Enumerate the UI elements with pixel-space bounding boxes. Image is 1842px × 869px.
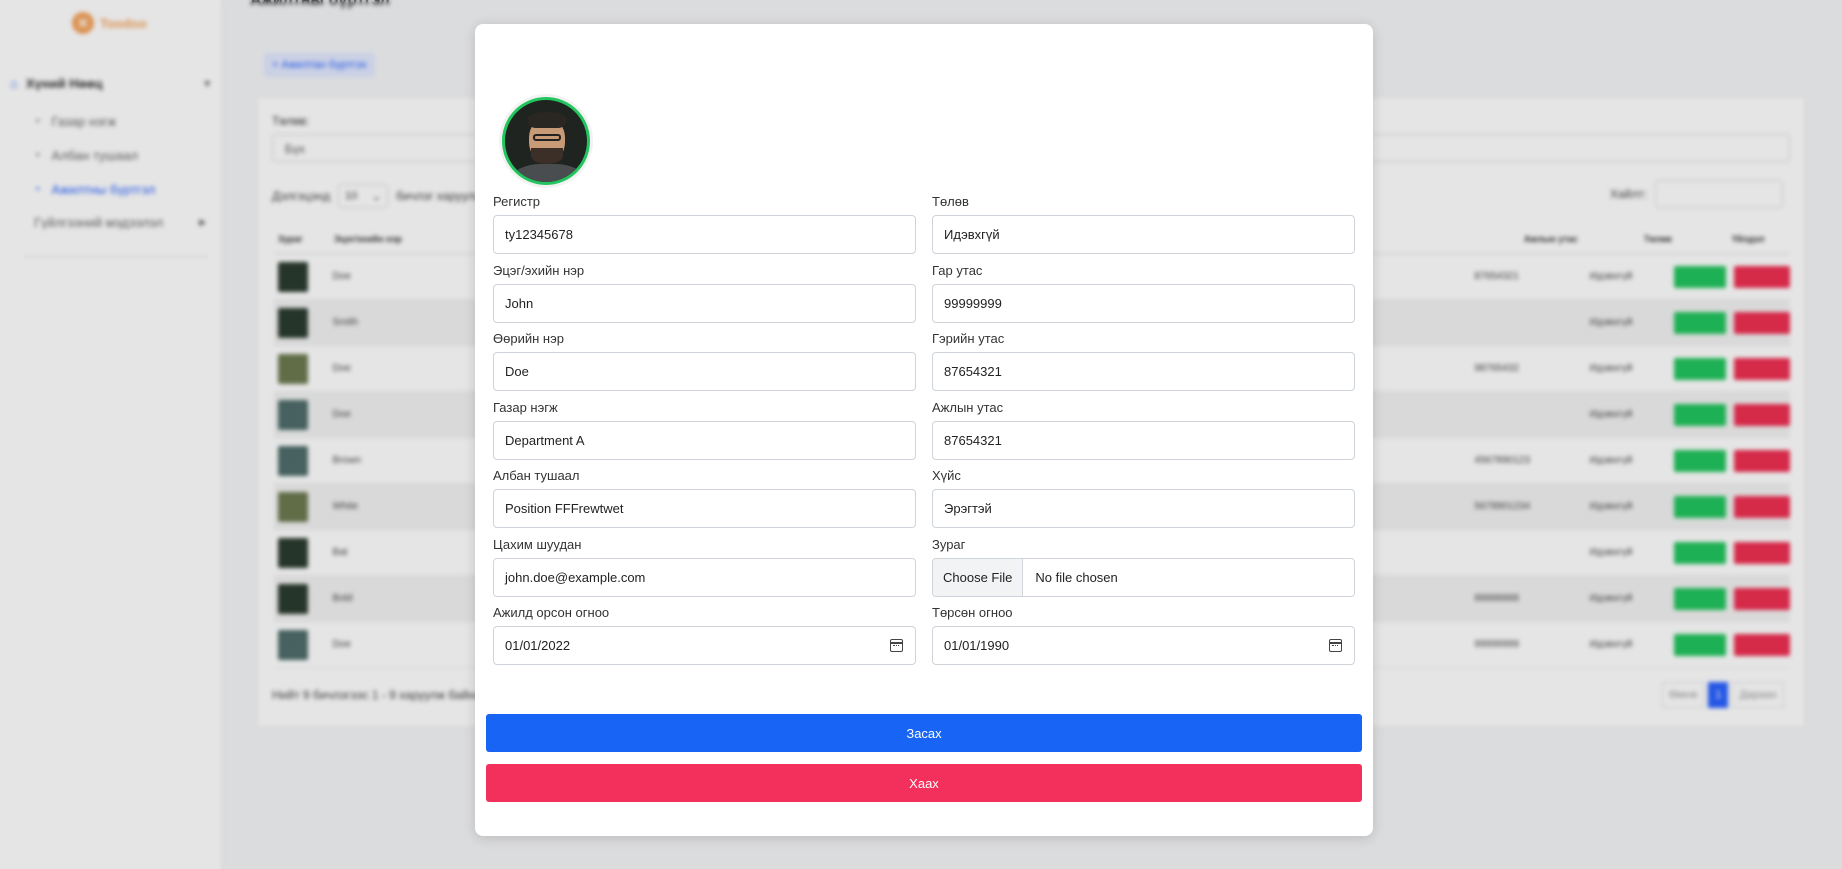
- avatar-shoulders: [511, 164, 585, 182]
- status-select[interactable]: Идэвхгүй: [932, 215, 1355, 254]
- hire-date-field: Ажилд орсон огноо 01/01/2022: [493, 605, 916, 665]
- work-phone-input[interactable]: 87654321: [932, 421, 1355, 460]
- email-field: Цахим шуудан john.doe@example.com: [493, 537, 916, 597]
- photo-file-input[interactable]: Choose File No file chosen: [932, 558, 1355, 597]
- field-label: Газар нэгж: [493, 400, 558, 415]
- close-button[interactable]: Хаах: [486, 764, 1362, 802]
- hire-date-value: 01/01/2022: [505, 638, 571, 653]
- field-label: Албан тушаал: [493, 468, 580, 483]
- calendar-icon[interactable]: [1329, 639, 1342, 652]
- avatar-glasses: [533, 134, 561, 141]
- avatar-photo: [502, 97, 590, 185]
- mobile-phone-field: Гар утас 99999999: [932, 263, 1355, 323]
- department-field: Газар нэгж Department A: [493, 400, 916, 460]
- photo-field: Зураг Choose File No file chosen: [932, 537, 1355, 597]
- field-label: Өөрийн нэр: [493, 331, 564, 346]
- field-label: Регистр: [493, 194, 541, 209]
- field-label: Зураг: [932, 537, 966, 552]
- field-label: Гар утас: [932, 263, 983, 278]
- calendar-icon[interactable]: [890, 639, 903, 652]
- birth-date-field: Төрсөн огноо 01/01/1990: [932, 605, 1355, 665]
- register-input[interactable]: ty12345678: [493, 215, 916, 254]
- status-field: Төлөв Идэвхгүй: [932, 194, 1355, 254]
- register-field: Регистр ty12345678: [493, 194, 916, 254]
- father-name-field: Эцэг/эхийн нэр John: [493, 263, 916, 323]
- work-phone-field: Ажлын утас 87654321: [932, 400, 1355, 460]
- mobile-phone-input[interactable]: 99999999: [932, 284, 1355, 323]
- position-field: Албан тушаал Position FFFrewtwet: [493, 468, 916, 528]
- gender-field: Хүйс Эрэгтэй: [932, 468, 1355, 528]
- file-status-text: No file chosen: [1035, 570, 1118, 585]
- choose-file-button[interactable]: Choose File: [933, 559, 1024, 596]
- home-phone-input[interactable]: 87654321: [932, 352, 1355, 391]
- avatar-beard: [531, 148, 563, 164]
- gender-select[interactable]: Эрэгтэй: [932, 489, 1355, 528]
- field-label: Цахим шуудан: [493, 537, 582, 552]
- birth-date-value: 01/01/1990: [944, 638, 1010, 653]
- avatar: [499, 94, 593, 188]
- field-label: Төрсөн огноо: [932, 605, 1013, 620]
- hire-date-input[interactable]: 01/01/2022: [493, 626, 916, 665]
- field-label: Ажилд орсон огноо: [493, 605, 610, 620]
- email-input[interactable]: john.doe@example.com: [493, 558, 916, 597]
- birth-date-input[interactable]: 01/01/1990: [932, 626, 1355, 665]
- department-input[interactable]: Department A: [493, 421, 916, 460]
- field-label: Эцэг/эхийн нэр: [493, 263, 585, 278]
- field-label: Ажлын утас: [932, 400, 1004, 415]
- position-input[interactable]: Position FFFrewtwet: [493, 489, 916, 528]
- avatar-hair: [527, 112, 567, 128]
- home-phone-field: Гэрийн утас 87654321: [932, 331, 1355, 391]
- last-name-field: Өөрийн нэр Doe: [493, 331, 916, 391]
- field-label: Хүйс: [932, 468, 961, 483]
- edit-employee-modal: Регистр ty12345678 Эцэг/эхийн нэр John Ө…: [475, 24, 1373, 836]
- save-button[interactable]: Засах: [486, 714, 1362, 752]
- last-name-input[interactable]: Doe: [493, 352, 916, 391]
- field-label: Төлөв: [932, 194, 969, 209]
- field-label: Гэрийн утас: [932, 331, 1005, 346]
- father-name-input[interactable]: John: [493, 284, 916, 323]
